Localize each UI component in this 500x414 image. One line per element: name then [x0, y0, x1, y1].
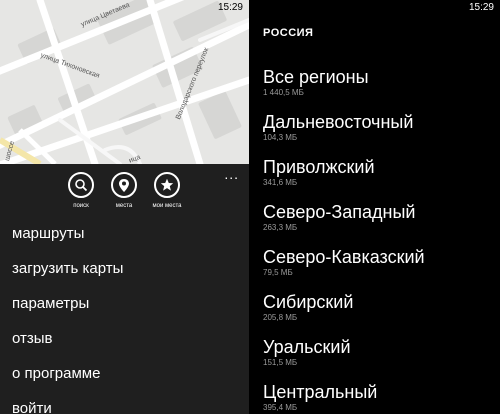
region-size: 395,4 МБ [263, 403, 298, 412]
region-name: Центральный [263, 382, 378, 402]
menu-item-feedback[interactable]: отзыв [12, 329, 123, 364]
region-size: 104,3 МБ [263, 133, 298, 142]
map-view[interactable]: улица Цветаева улица Тихоновская Володар… [0, 0, 249, 164]
more-options-button[interactable]: ... [224, 166, 239, 182]
region-name: Северо-Западный [263, 202, 416, 222]
region-size: 151,5 МБ [263, 358, 298, 367]
menu-item-settings[interactable]: параметры [12, 294, 123, 329]
region-size: 263,3 МБ [263, 223, 298, 232]
status-clock: 15:29 [217, 2, 243, 13]
list-item[interactable]: Приволжский 341,6 МБ [263, 156, 425, 201]
region-name: Все регионы [263, 67, 369, 87]
search-button-label: поиск [73, 203, 89, 209]
list-item[interactable]: Уральский 151,5 МБ [263, 336, 425, 381]
menu-item-download-maps[interactable]: загрузить карты [12, 259, 123, 294]
star-icon [154, 172, 180, 198]
region-size: 1 440,5 МБ [263, 88, 304, 97]
menu-item-routes[interactable]: маршруты [12, 224, 123, 259]
maps-menu-screen: 15:29 улица Цветаева улица Тихоновская В… [0, 0, 249, 414]
menu-item-about[interactable]: о программе [12, 364, 123, 399]
region-size: 341,6 МБ [263, 178, 298, 187]
page-title: РОССИЯ [263, 27, 314, 39]
places-button-label: места [115, 203, 133, 209]
region-list-screen: 15:29 РОССИЯ Все регионы 1 440,5 МБ Даль… [252, 0, 500, 414]
search-button[interactable]: поиск [61, 172, 101, 209]
list-item[interactable]: Северо-Западный 263,3 МБ [263, 201, 425, 246]
menu-item-sign-in[interactable]: войти [12, 399, 123, 414]
region-size: 79,5 МБ [263, 268, 293, 277]
my-places-button[interactable]: мои места [147, 172, 187, 209]
my-places-button-label: мои места [152, 203, 182, 209]
region-list: Все регионы 1 440,5 МБ Дальневосточный 1… [263, 66, 425, 414]
region-size: 205,8 МБ [263, 313, 298, 322]
location-icon [111, 172, 137, 198]
region-name: Дальневосточный [263, 112, 414, 132]
status-clock: 15:29 [468, 2, 494, 13]
list-item[interactable]: Северо-Кавказский 79,5 МБ [263, 246, 425, 291]
region-name: Приволжский [263, 157, 375, 177]
list-item[interactable]: Дальневосточный 104,3 МБ [263, 111, 425, 156]
region-name: Сибирский [263, 292, 354, 312]
region-name: Северо-Кавказский [263, 247, 425, 267]
map-graphic [0, 0, 249, 164]
region-name: Уральский [263, 337, 351, 357]
places-button[interactable]: места [104, 172, 144, 209]
app-bar: ... поиск места мои места маршруты загру… [0, 164, 249, 414]
search-icon [68, 172, 94, 198]
list-item[interactable]: Сибирский 205,8 МБ [263, 291, 425, 336]
app-menu: маршруты загрузить карты параметры отзыв… [12, 224, 123, 414]
list-item[interactable]: Центральный 395,4 МБ [263, 381, 425, 414]
list-item[interactable]: Все регионы 1 440,5 МБ [263, 66, 425, 111]
